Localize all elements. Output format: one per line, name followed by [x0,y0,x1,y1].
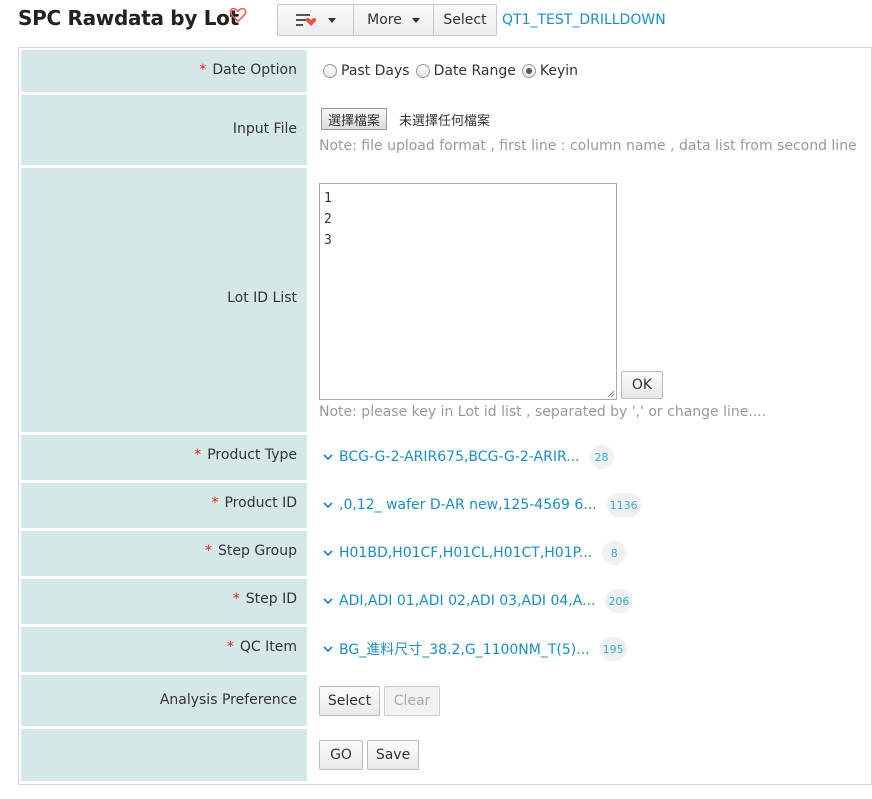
step-id-value: ADI,ADI 01,ADI 02,ADI 03,ADI 04,A... [339,593,596,609]
app-link[interactable]: QT1_TEST_DRILLDOWN [502,12,666,28]
date-option-value-cell: Past Days Date Range Keyin [307,50,872,92]
required-marker: * [194,447,202,463]
step-id-label-cell: * Step ID [21,579,307,624]
chevron-down-icon [327,17,336,23]
lot-id-line: 2 [324,212,332,227]
step-id-count-badge: 206 [605,589,633,613]
analysis-preference-label: Analysis Preference [159,692,297,708]
analysis-select-button[interactable]: Select [319,686,380,716]
product-type-value-cell: BCG-G-2-ARIR675,BCG-G-2-ARIR... 28 [307,435,872,480]
toolbar-button-group: More Select [277,4,497,36]
product-id-count-badge: 1136 [606,493,641,517]
lot-id-list-value-cell: 1 2 3 OK Note: please key in Lot id list… [307,168,872,432]
product-type-label: * Product Type [194,447,297,463]
radio-keyin[interactable] [521,64,536,78]
product-type-count-badge: 28 [589,445,614,469]
query-form: * Date Option Past Days Date Range Keyin … [18,47,872,785]
input-file-note: Note: file upload format , first line : … [319,138,857,154]
step-id-row: * Step ID ADI,ADI 01,ADI 02,ADI 03,ADI 04… [21,579,872,624]
analysis-preference-label-cell: Analysis Preference [21,675,307,726]
chevron-down-icon [323,598,333,605]
product-id-label-cell: * Product ID [21,483,307,528]
step-group-count-badge: 8 [602,541,627,565]
product-id-label: * Product ID [211,495,297,511]
select-button[interactable]: Select [433,4,497,36]
lot-id-list-row: Lot ID List 1 2 3 OK Note: please key in… [21,168,872,432]
input-file-row: Input File 選擇檔案 未選擇任何檔案 Note: file uploa… [21,95,872,165]
lot-id-line: 3 [324,233,332,248]
actions-row: GO Save [21,729,872,781]
input-file-label-cell: Input File [21,95,307,165]
lot-id-list-label: Lot ID List [227,290,297,306]
more-button-label: More [367,12,402,28]
heart-outline-icon[interactable] [229,6,247,24]
analysis-clear-button[interactable]: Clear [384,686,440,716]
step-group-value: H01BD,H01CF,H01CL,H01CT,H01P... [339,545,593,561]
qc-item-label: * QC Item [226,639,297,655]
required-marker: * [199,62,207,78]
actions-value-cell: GO Save [307,729,872,781]
radio-past-days-label[interactable]: Past Days [341,63,410,79]
product-id-value: ,0,12_ wafer D-AR new,125-4569 6... [339,497,597,513]
resize-grip-icon[interactable] [607,390,615,398]
chevron-down-icon [411,17,420,23]
step-group-label: * Step Group [205,543,297,559]
lot-id-line: 1 [324,191,332,206]
step-group-row: * Step Group H01BD,H01CF,H01CL,H01CT,H01P… [21,531,872,576]
favorites-menu-button[interactable] [277,4,354,36]
required-marker: * [226,639,234,655]
lot-id-list-label-cell: Lot ID List [21,168,307,432]
page-title: SPC Rawdata by Lot [18,6,239,30]
lot-id-ok-button[interactable]: OK [621,371,663,399]
required-marker: * [205,543,213,559]
step-group-dropdown[interactable]: H01BD,H01CF,H01CL,H01CT,H01P... 8 [323,541,627,565]
step-id-label: * Step ID [232,591,297,607]
required-marker: * [211,495,219,511]
product-type-label-cell: * Product Type [21,435,307,480]
lot-id-list-note: Note: please key in Lot id list , separa… [319,404,767,420]
input-file-value-cell: 選擇檔案 未選擇任何檔案 Note: file upload format , … [307,95,872,165]
input-file-label: Input File [232,121,297,137]
analysis-preference-value-cell: Select Clear [307,675,872,726]
product-id-row: * Product ID ,0,12_ wafer D-AR new,125-45… [21,483,872,528]
radio-date-range-label[interactable]: Date Range [434,63,516,79]
date-option-radio-group: Past Days Date Range Keyin [323,63,584,79]
more-button[interactable]: More [353,4,434,36]
radio-date-range[interactable] [415,64,430,78]
chevron-down-icon [323,550,333,557]
qc-item-label-cell: * QC Item [21,627,307,672]
radio-past-days[interactable] [323,64,337,78]
save-button[interactable]: Save [367,740,419,770]
product-type-row: * Product Type BCG-G-2-ARIR675,BCG-G-2-AR… [21,435,872,480]
file-status: 未選擇任何檔案 [399,114,491,129]
product-id-value-cell: ,0,12_ wafer D-AR new,125-4569 6... 1136 [307,483,872,528]
qc-item-value: BG_進料尺寸_38.2,G_1100NM_T(5)... [339,642,590,658]
step-id-value-cell: ADI,ADI 01,ADI 02,ADI 03,ADI 04,A... 206 [307,579,872,624]
analysis-preference-row: Analysis Preference Select Clear [21,675,872,726]
qc-item-count-badge: 195 [599,637,627,661]
date-option-label-cell: * Date Option [21,50,307,92]
qc-item-value-cell: BG_進料尺寸_38.2,G_1100NM_T(5)... 195 [307,627,872,672]
chevron-down-icon [323,646,333,653]
go-button[interactable]: GO [319,740,363,770]
choose-file-button[interactable]: 選擇檔案 [321,108,388,130]
step-group-label-cell: * Step Group [21,531,307,576]
required-marker: * [232,591,240,607]
page-header: SPC Rawdata by Lot More Select QT1_TEST_… [0,0,872,44]
qc-item-row: * QC Item BG_進料尺寸_38.2,G_1100NM_T(5)... 1… [21,627,872,672]
radio-keyin-label[interactable]: Keyin [540,63,578,79]
date-option-label: * Date Option [199,62,297,78]
step-id-dropdown[interactable]: ADI,ADI 01,ADI 02,ADI 03,ADI 04,A... 206 [323,589,633,613]
step-group-value-cell: H01BD,H01CF,H01CL,H01CT,H01P... 8 [307,531,872,576]
product-type-value: BCG-G-2-ARIR675,BCG-G-2-ARIR... [339,449,580,465]
list-heart-icon [295,14,316,26]
date-option-row: * Date Option Past Days Date Range Keyin [21,50,872,92]
product-id-dropdown[interactable]: ,0,12_ wafer D-AR new,125-4569 6... 1136 [323,493,641,517]
qc-item-dropdown[interactable]: BG_進料尺寸_38.2,G_1100NM_T(5)... 195 [323,637,627,661]
actions-label-cell [21,729,307,781]
chevron-down-icon [323,454,333,461]
lot-id-textarea[interactable]: 1 2 3 [319,183,617,400]
product-type-dropdown[interactable]: BCG-G-2-ARIR675,BCG-G-2-ARIR... 28 [323,445,614,469]
chevron-down-icon [323,502,333,509]
